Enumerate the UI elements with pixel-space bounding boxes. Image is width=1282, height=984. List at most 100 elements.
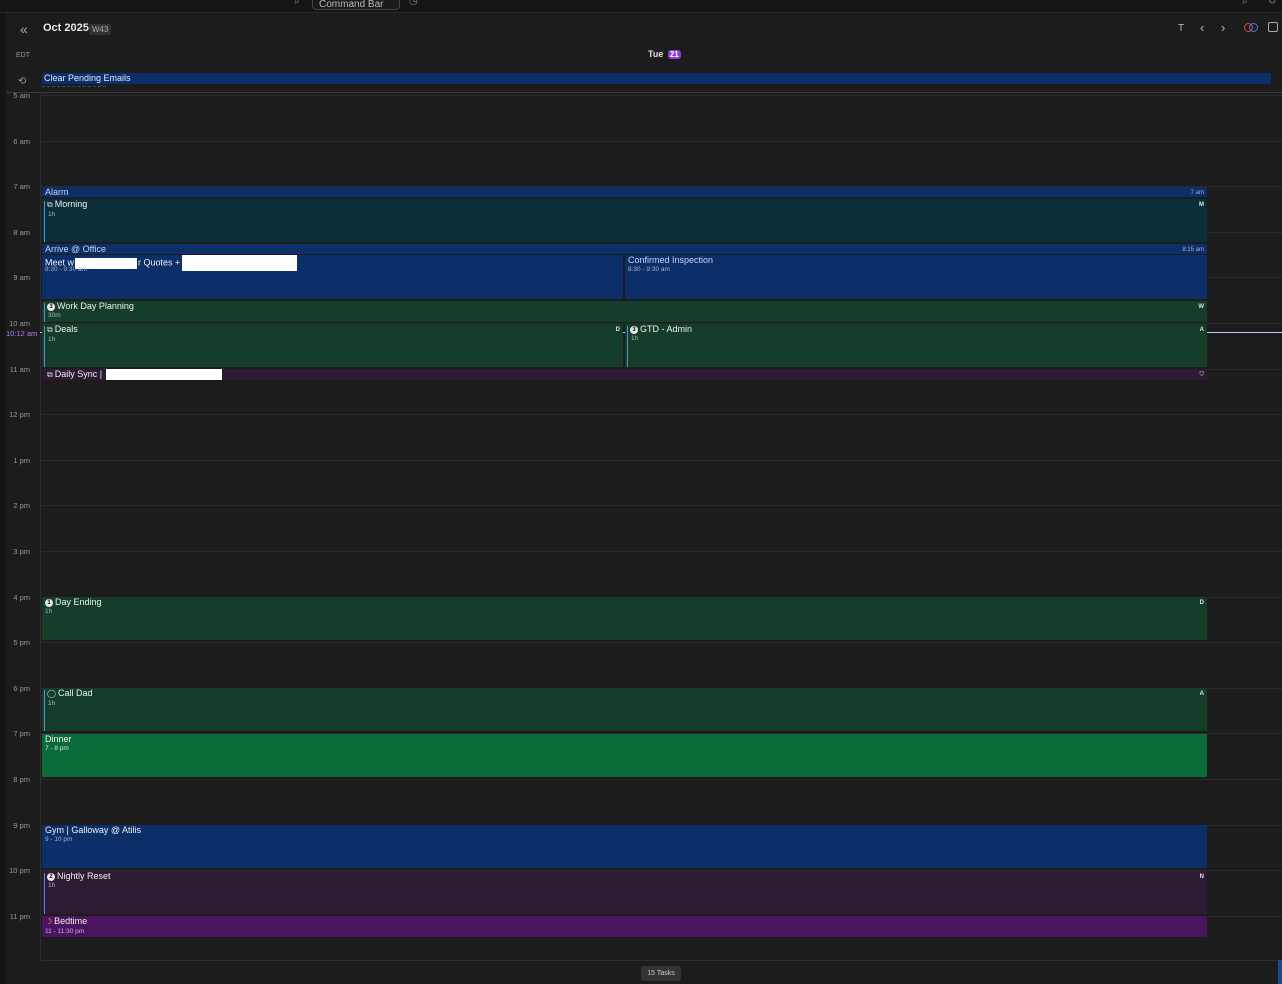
event-title: Arrive @ Office: [45, 244, 106, 254]
event-title: Call Dad: [57, 688, 93, 698]
search-icon[interactable]: ⌕: [294, 0, 300, 7]
event-title-part-b: r Quotes +: [138, 257, 181, 268]
top-bar: ⌕ Command Bar ◷ ⌕ ↻: [0, 0, 1282, 13]
event-accent-bar: [44, 303, 45, 322]
hour-line: [40, 505, 1282, 506]
event-tag: D: [1199, 600, 1204, 606]
scrollbar-handle[interactable]: [1278, 960, 1282, 984]
event-title: Gym | Galloway @ Atilis: [45, 825, 141, 835]
event-title: Confirmed Inspection: [628, 255, 714, 265]
hour-label: 6 pm: [13, 684, 30, 693]
priority-badge: 3: [630, 325, 638, 334]
hour-line: [40, 460, 1282, 461]
event-title: Alarm: [45, 187, 69, 197]
event-time: 11 - 11:30 pm: [45, 928, 85, 935]
lock-icon: ⛉: [1199, 372, 1204, 378]
priority-badge: 3: [47, 302, 55, 311]
hour-label: 3 pm: [13, 547, 30, 556]
event-duration: 1h: [631, 335, 639, 342]
event-alarm[interactable]: Alarm 7 am: [42, 187, 1207, 197]
hour-label: 12 pm: [9, 410, 30, 419]
event-accent-bar: [44, 873, 45, 914]
hour-label: 10 am: [9, 319, 30, 328]
priority-badge: 1: [45, 598, 53, 607]
search-icon-right[interactable]: ⌕: [1242, 0, 1248, 7]
hour-label: 7 pm: [13, 729, 30, 738]
hour-label: 5 am: [13, 91, 30, 100]
redacted-block: [106, 369, 223, 380]
event-morning[interactable]: ⧉ Morning 1h M: [42, 199, 1207, 242]
event-accent-bar: [44, 690, 45, 731]
event-tag: W: [1198, 304, 1204, 310]
event-time: 9 - 10 pm: [45, 836, 73, 843]
chevron-right-icon[interactable]: ›: [1221, 20, 1225, 35]
calendar-header: « Oct 2025 W43 T ‹ ›: [6, 13, 1282, 45]
command-bar-button[interactable]: Command Bar: [312, 0, 400, 10]
event-meet[interactable]: Meet wr Quotes + 8:30 - 9:30 am: [42, 255, 623, 299]
event-title: Morning: [54, 199, 88, 209]
event-day-ending[interactable]: 1 Day Ending 1h D: [42, 597, 1207, 640]
event-tag: D: [615, 327, 620, 333]
hour-line: [40, 779, 1282, 780]
event-dinner[interactable]: Dinner 7 - 8 pm: [42, 734, 1207, 777]
chevron-left-icon[interactable]: ‹: [1200, 20, 1204, 35]
stack-icon: ⧉: [47, 200, 53, 209]
timezone-label: EDT: [16, 52, 30, 59]
event-accent-bar: [44, 326, 45, 367]
event-gtd-admin[interactable]: 3 GTD - Admin 1h A: [625, 324, 1207, 367]
tasks-button[interactable]: 15 Tasks: [641, 966, 681, 981]
event-title: Dinner: [45, 734, 72, 744]
tasks-label: 15 Tasks: [647, 970, 675, 977]
event-title: Work Day Planning: [57, 301, 134, 311]
hour-label: 2 pm: [13, 501, 30, 510]
event-confirmed-inspection[interactable]: Confirmed Inspection 8:30 - 9:30 am: [625, 255, 1207, 299]
event-time: 8:30 - 9:30 am: [628, 266, 670, 273]
event-title: Daily Sync |: [54, 369, 103, 379]
hour-label: 5 pm: [13, 638, 30, 647]
hour-label: 6 am: [13, 137, 30, 146]
event-duration: 1h: [48, 700, 56, 707]
event-work-day-planning[interactable]: 3 Work Day Planning 30m W: [42, 301, 1207, 322]
event-gym[interactable]: Gym | Galloway @ Atilis 9 - 10 pm: [42, 825, 1207, 868]
redacted-block: [182, 255, 298, 271]
all-day-divider: [42, 86, 106, 90]
hour-label: 11 pm: [9, 912, 30, 921]
hour-label: 8 pm: [13, 775, 30, 784]
collapse-sidebar-icon[interactable]: «: [20, 21, 28, 37]
recurring-icon: ⟲: [18, 76, 27, 87]
today-button[interactable]: T: [1178, 23, 1184, 34]
stack-icon: ⧉: [47, 370, 53, 379]
event-tag: A: [1199, 327, 1204, 333]
event-tag: N: [1199, 874, 1204, 880]
event-duration: 1h: [48, 211, 56, 218]
event-bedtime[interactable]: ☽ Bedtime 11 - 11:30 pm: [42, 916, 1207, 937]
refresh-icon[interactable]: ↻: [1268, 0, 1276, 7]
event-duration: 1h: [45, 608, 53, 615]
left-rail: [0, 13, 6, 984]
day-header[interactable]: Tue 21: [648, 49, 681, 59]
event-time: 8:15 am: [1182, 247, 1204, 253]
grid-top-line: [6, 92, 1282, 93]
current-time-label: 10:12 am: [6, 329, 38, 338]
calendar-view-icon[interactable]: [1268, 22, 1278, 32]
event-title: GTD - Admin: [640, 324, 693, 334]
event-arrive-office[interactable]: Arrive @ Office 8:15 am: [42, 244, 1207, 254]
event-deals[interactable]: ⧉ Deals 1h D: [42, 324, 623, 367]
event-call-dad[interactable]: ◯ Call Dad 1h A: [42, 688, 1207, 731]
calendars-toggle-icon[interactable]: [1244, 23, 1258, 33]
all-day-event[interactable]: Clear Pending Emails: [42, 73, 1271, 84]
hour-line: [40, 551, 1282, 552]
hour-label: 10 pm: [9, 866, 30, 875]
event-daily-sync[interactable]: ⧉ Daily Sync | ⛉: [42, 369, 1207, 380]
event-duration: 1h: [48, 882, 56, 889]
event-nightly-reset[interactable]: 2 Nightly Reset 1h N: [42, 871, 1207, 914]
hour-line: [40, 95, 1282, 96]
event-accent-bar: [44, 201, 45, 242]
circle-icon: ◯: [47, 689, 56, 698]
clock-icon[interactable]: ◷: [409, 0, 418, 7]
event-title: Day Ending: [55, 597, 102, 607]
hour-label: 11 am: [9, 365, 30, 374]
event-title: Nightly Reset: [57, 871, 111, 881]
week-badge: W43: [89, 24, 112, 35]
month-title: Oct 2025: [43, 22, 89, 34]
